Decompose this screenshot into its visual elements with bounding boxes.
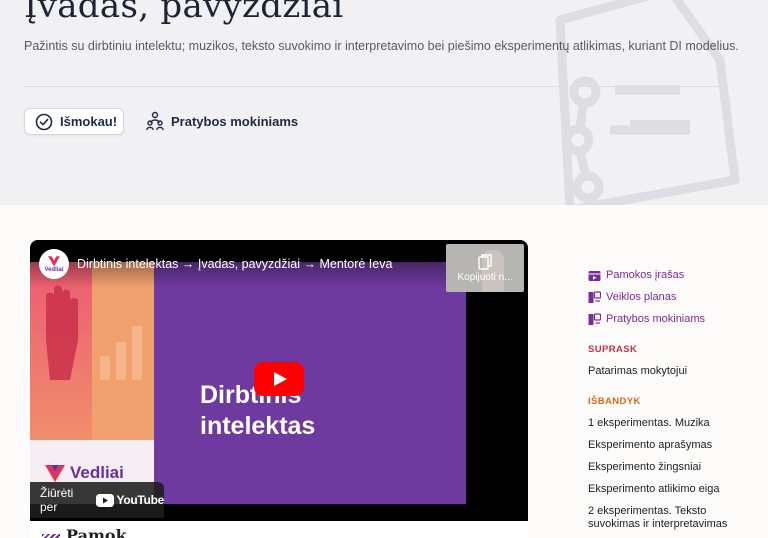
learned-button-label: Išmokau! <box>60 114 118 129</box>
plan-icon <box>588 290 601 303</box>
sidebar-item[interactable]: 2 eksperimentas. Teksto suvokimas ir int… <box>588 500 738 531</box>
section-mark-icon <box>42 534 60 538</box>
watch-on-youtube-button[interactable]: Žiūrėti per YouTube <box>30 482 164 518</box>
play-button-icon[interactable] <box>254 362 304 396</box>
sidebar-item[interactable]: Patarimas mokytojui <box>588 360 758 382</box>
video-title[interactable]: Dirbtinis intelektas → Įvadas, pavyzdžia… <box>77 257 392 271</box>
channel-logo-icon <box>48 256 60 267</box>
learned-button[interactable]: Išmokau! <box>24 108 124 135</box>
lesson-section-header: Pamok <box>30 521 528 538</box>
page-title: Įvadas, pavyzdžiai <box>24 0 344 26</box>
section-title: Pamok <box>66 526 127 538</box>
bar-graphic-icon <box>100 326 142 380</box>
section-heading-isbandyk: IŠBANDYK <box>588 396 641 407</box>
sidebar-link-label: Veiklos planas <box>606 291 677 303</box>
students-icon <box>146 111 164 131</box>
sidebar-item[interactable]: 1 eksperimentas. Muzika <box>588 412 758 434</box>
check-circle-icon <box>35 113 53 130</box>
youtube-icon <box>95 493 114 507</box>
lesson-sidebar: Pamokos įrašas Veiklos planas Pratybos m… <box>588 264 758 531</box>
channel-avatar-label: Vedliai <box>44 267 64 273</box>
copy-label: Kopijuoti n... <box>457 271 513 283</box>
practice-link[interactable]: Pratybos mokiniams <box>146 111 298 131</box>
section-heading-suprask: SUPRASK <box>588 344 638 355</box>
sidebar-item[interactable]: Eksperimento atlikimo eiga <box>588 478 758 500</box>
divider <box>24 86 728 87</box>
hand-icon <box>46 285 78 380</box>
copy-icon <box>478 253 492 270</box>
practice-link-label: Pratybos mokiniams <box>171 113 299 129</box>
sidebar-link-activity-plan[interactable]: Veiklos planas <box>588 286 758 308</box>
exercise-icon <box>588 312 601 325</box>
video-player[interactable]: Vedliai Dirbtinis intelektas Vedliai Dir… <box>30 240 528 521</box>
document-illustration-icon <box>555 0 740 205</box>
lesson-header: Įvadas, pavyzdžiai Pažintis su dirbtiniu… <box>0 0 768 205</box>
youtube-label: YouTube <box>116 493 165 507</box>
sidebar-link-lesson-recording[interactable]: Pamokos įrašas <box>588 264 758 286</box>
vedliai-logo-icon <box>45 465 65 482</box>
sidebar-link-exercises[interactable]: Pratybos mokiniams <box>588 308 758 330</box>
video-copy-link[interactable]: Kopijuoti n... <box>446 244 524 292</box>
sidebar-item[interactable]: Eksperimento žingsniai <box>588 456 758 478</box>
watch-label: Žiūrėti per <box>40 486 74 514</box>
sidebar-link-label: Pamokos įrašas <box>606 269 685 281</box>
page-subtitle: Pažintis su dirbtiniu intelektu; muzikos… <box>24 39 739 53</box>
channel-avatar[interactable]: Vedliai <box>39 249 69 279</box>
sidebar-link-label: Pratybos mokiniams <box>606 313 706 325</box>
sidebar-item[interactable]: Eksperimento aprašymas <box>588 434 758 456</box>
video-brand: Vedliai <box>70 463 124 482</box>
video-headline-line2: intelektas <box>200 412 316 440</box>
video-icon <box>588 270 601 281</box>
youtube-logo: YouTube <box>95 493 165 507</box>
